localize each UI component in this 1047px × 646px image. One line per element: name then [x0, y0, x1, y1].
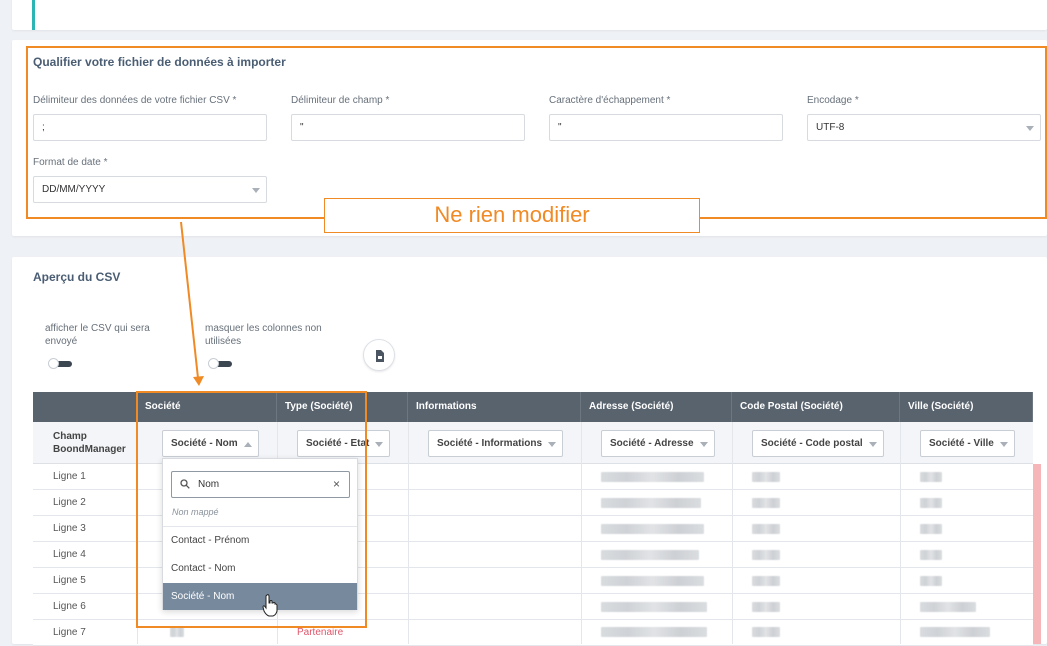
callout-note: Ne rien modifier — [324, 198, 700, 233]
column-header-ville: Ville (Société) — [900, 392, 1033, 422]
redacted-city — [920, 524, 942, 534]
redacted-address — [601, 602, 707, 612]
redacted-city — [920, 550, 942, 560]
redacted-city — [920, 627, 990, 637]
chevron-down-icon — [375, 442, 384, 447]
mapping-select-code-postal[interactable]: Société - Code postal — [752, 430, 884, 457]
type-value-partner: Partenaire — [297, 627, 344, 638]
row-label: Ligne 4 — [53, 549, 86, 560]
column-header-code-postal: Code Postal (Société) — [732, 392, 900, 422]
redacted-city — [920, 472, 942, 482]
row-status-indicator — [1033, 464, 1041, 644]
preview-title: Aperçu du CSV — [33, 270, 121, 284]
column-header-adresse: Adresse (Société) — [581, 392, 732, 422]
redacted-postal-code — [752, 627, 780, 637]
redacted-address — [601, 524, 704, 534]
column-divider — [732, 422, 733, 644]
top-card — [12, 0, 1047, 30]
mapping-select-ville[interactable]: Société - Ville — [920, 430, 1015, 457]
mapping-row-label: Champ BoondManager — [53, 431, 126, 455]
toggle-sent-switch[interactable] — [48, 358, 72, 369]
redacted-postal-code — [752, 472, 780, 482]
toggle-unused-label: masquer les colonnes non utilisées — [205, 323, 322, 347]
column-divider — [408, 422, 409, 644]
chevron-down-icon — [999, 442, 1008, 447]
redacted-address — [601, 498, 701, 508]
redacted-city — [920, 602, 976, 612]
teal-accent-edge — [32, 0, 35, 30]
toggle-unused-switch[interactable] — [208, 358, 232, 369]
redacted-postal-code — [752, 602, 780, 612]
pdf-file-icon — [376, 350, 384, 362]
column-header-informations: Informations — [408, 392, 581, 422]
mapping-select-informations[interactable]: Société - Informations — [428, 430, 564, 457]
redacted-address — [601, 550, 699, 560]
row-label: Ligne 3 — [53, 523, 86, 534]
export-pdf-button[interactable] — [363, 339, 395, 371]
row-label: Ligne 2 — [53, 497, 86, 508]
redacted-postal-code — [752, 550, 780, 560]
corner-header — [33, 392, 137, 422]
redacted-address — [601, 627, 707, 637]
chevron-down-icon — [548, 442, 557, 447]
mapping-select-adresse[interactable]: Société - Adresse — [601, 430, 715, 457]
highlight-box-settings — [26, 46, 1047, 219]
redacted-postal-code — [752, 576, 780, 586]
chevron-down-icon — [868, 442, 877, 447]
redacted-address — [601, 576, 704, 586]
highlight-box-column — [136, 391, 367, 628]
chevron-down-icon — [699, 442, 708, 447]
row-label: Ligne 7 — [53, 627, 86, 638]
redacted-city — [920, 498, 942, 508]
redacted-postal-code — [752, 524, 780, 534]
row-label: Ligne 6 — [53, 601, 86, 612]
column-divider — [900, 422, 901, 644]
redacted-city — [920, 576, 942, 586]
toggle-sent-label: afficher le CSV qui sera envoyé — [45, 323, 150, 347]
redacted-address — [601, 472, 704, 482]
column-divider — [581, 422, 582, 644]
row-label: Ligne 1 — [53, 471, 86, 482]
redacted-postal-code — [752, 498, 780, 508]
row-label: Ligne 5 — [53, 575, 86, 586]
redacted-company — [170, 627, 184, 637]
